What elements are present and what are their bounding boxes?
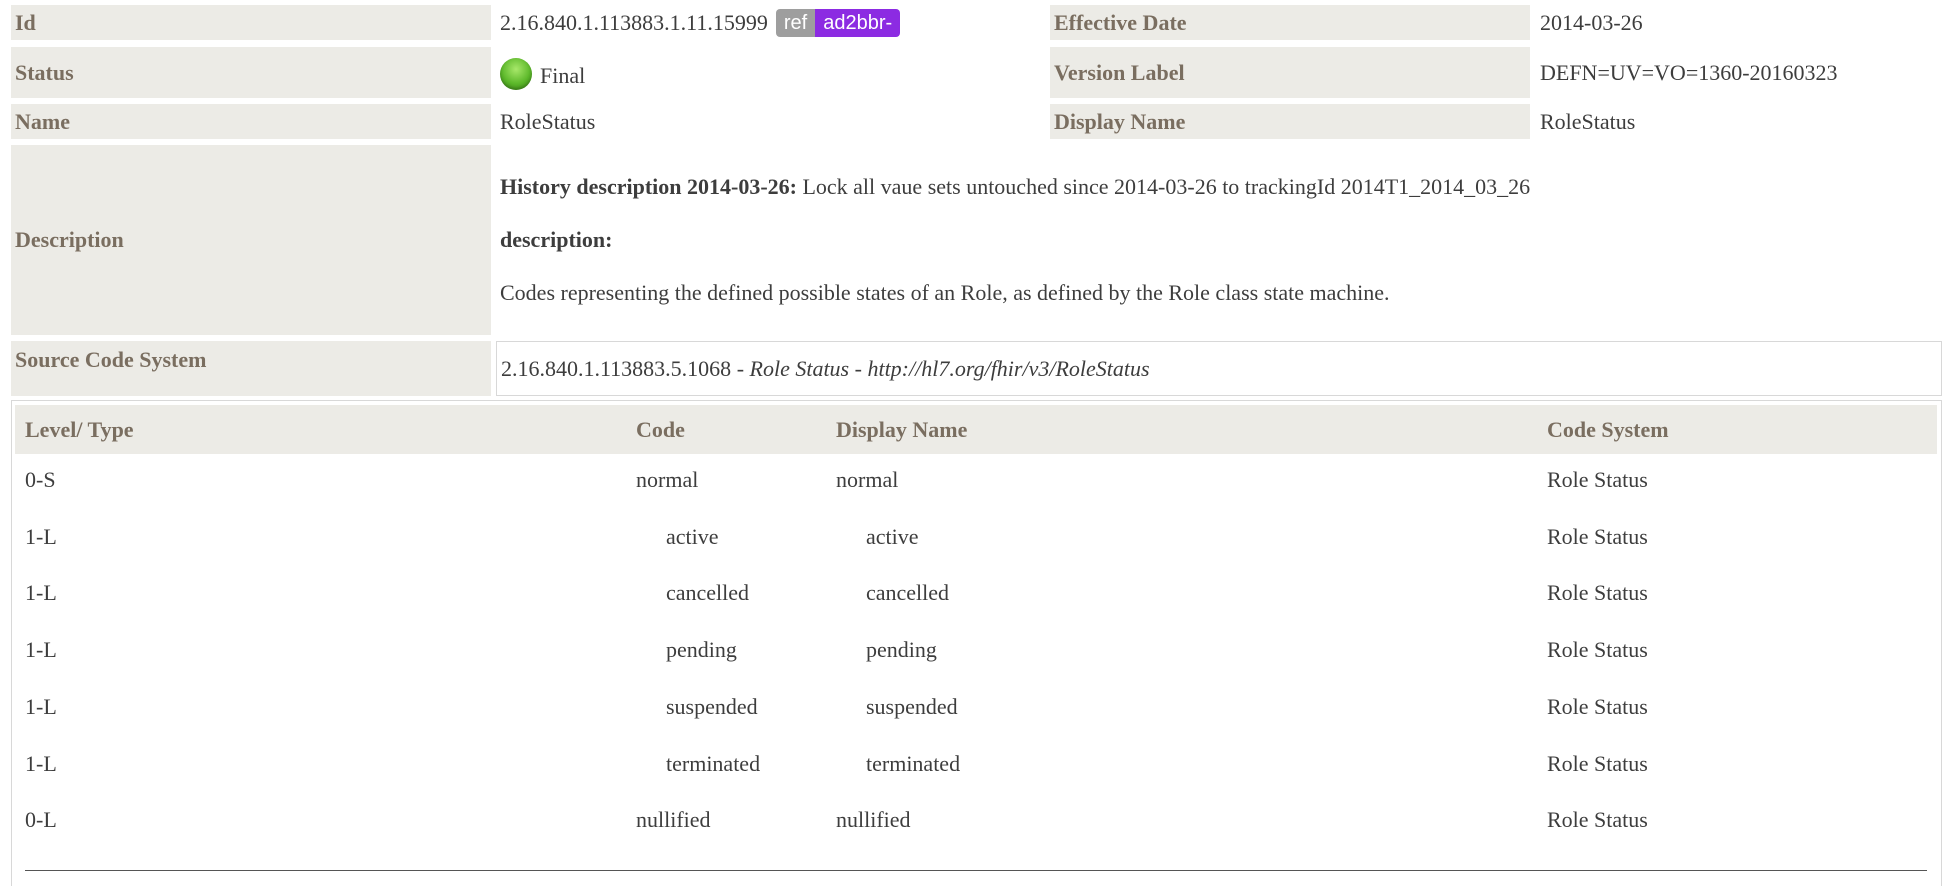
cell-level-type: 0-L xyxy=(25,807,57,833)
cell-display-name: active xyxy=(866,523,919,549)
cell-code-system: Role Status xyxy=(1547,693,1648,719)
cell-display-name: suspended xyxy=(866,693,958,719)
cell-code-system: Role Status xyxy=(1547,750,1648,776)
history-text: Lock all vaue sets untouched since 2014-… xyxy=(802,174,1531,199)
description-text: Codes representing the defined possible … xyxy=(500,280,1390,305)
cell-level-type: 0-S xyxy=(25,467,56,492)
ref-badge[interactable]: ref xyxy=(775,8,816,37)
cell-display-name: normal xyxy=(836,467,899,492)
display-name-value: RoleStatus xyxy=(1540,108,1636,134)
name-label: Name xyxy=(11,104,491,139)
name-value: RoleStatus xyxy=(500,108,596,134)
cell-code-system: Role Status xyxy=(1547,807,1648,833)
cell-code-system: Role Status xyxy=(1547,637,1648,663)
source-separator: - xyxy=(849,355,868,381)
header-level-type: Level/ Type xyxy=(25,416,134,442)
effective-date-value: 2014-03-26 xyxy=(1540,9,1643,35)
cell-display-name: pending xyxy=(866,637,937,663)
source-oid: 2.16.840.1.113883.5.1068 xyxy=(501,355,732,381)
table-bottom-rule xyxy=(25,870,1927,871)
display-name-label: Display Name xyxy=(1050,104,1530,139)
cell-display-name: terminated xyxy=(866,750,961,776)
cell-code-system: Role Status xyxy=(1547,523,1648,549)
id-label: Id xyxy=(11,5,491,40)
header-code: Code xyxy=(636,416,685,442)
cell-code: active xyxy=(666,523,719,549)
cell-code: nullified xyxy=(636,807,711,833)
cell-code: cancelled xyxy=(666,580,750,606)
history-description: History description 2014-03-26: Lock all… xyxy=(500,174,1530,200)
cell-level-type: 1-L xyxy=(25,523,57,549)
history-heading: History description 2014-03-26: xyxy=(500,174,797,199)
cell-code: terminated xyxy=(666,750,761,776)
source-code-system-label: Source Code System xyxy=(11,341,491,396)
source-separator: - xyxy=(731,355,750,381)
cell-level-type: 1-L xyxy=(25,637,57,663)
cell-display-name: cancelled xyxy=(866,580,950,606)
id-badge[interactable]: ad2bbr- xyxy=(815,8,901,37)
cell-level-type: 1-L xyxy=(25,580,57,606)
status-value-cell: Final xyxy=(500,50,585,101)
status-final-icon xyxy=(500,57,532,90)
cell-code-system: Role Status xyxy=(1547,580,1648,606)
version-label-value: DEFN=UV=VO=1360-20160323 xyxy=(1540,59,1838,85)
version-label-label: Version Label xyxy=(1050,47,1530,98)
status-label: Status xyxy=(11,47,491,98)
cell-level-type: 1-L xyxy=(25,693,57,719)
cell-code: pending xyxy=(666,637,737,663)
cell-display-name: nullified xyxy=(836,807,911,833)
status-value: Final xyxy=(540,62,586,88)
effective-date-label: Effective Date xyxy=(1050,5,1530,40)
cell-code: normal xyxy=(636,467,699,492)
header-code-system: Code System xyxy=(1547,416,1669,442)
source-url-link[interactable]: http://hl7.org/fhir/v3/RoleStatus xyxy=(867,356,1149,382)
source-name: Role Status xyxy=(749,355,850,381)
source-code-system-value: 2.16.840.1.113883.5.1068 - Role Status -… xyxy=(496,341,1942,396)
description-heading: description: xyxy=(500,227,613,252)
concept-table xyxy=(11,400,1942,886)
id-value: 2.16.840.1.113883.1.11.15999 xyxy=(500,9,768,35)
id-value-cell: 2.16.840.1.113883.1.11.15999 ref ad2bbr- xyxy=(500,5,901,40)
cell-code: suspended xyxy=(666,693,758,719)
description-label: Description xyxy=(11,145,491,335)
cell-level-type: 1-L xyxy=(25,750,57,776)
header-display-name: Display Name xyxy=(836,416,968,442)
cell-code-system: Role Status xyxy=(1547,467,1648,492)
